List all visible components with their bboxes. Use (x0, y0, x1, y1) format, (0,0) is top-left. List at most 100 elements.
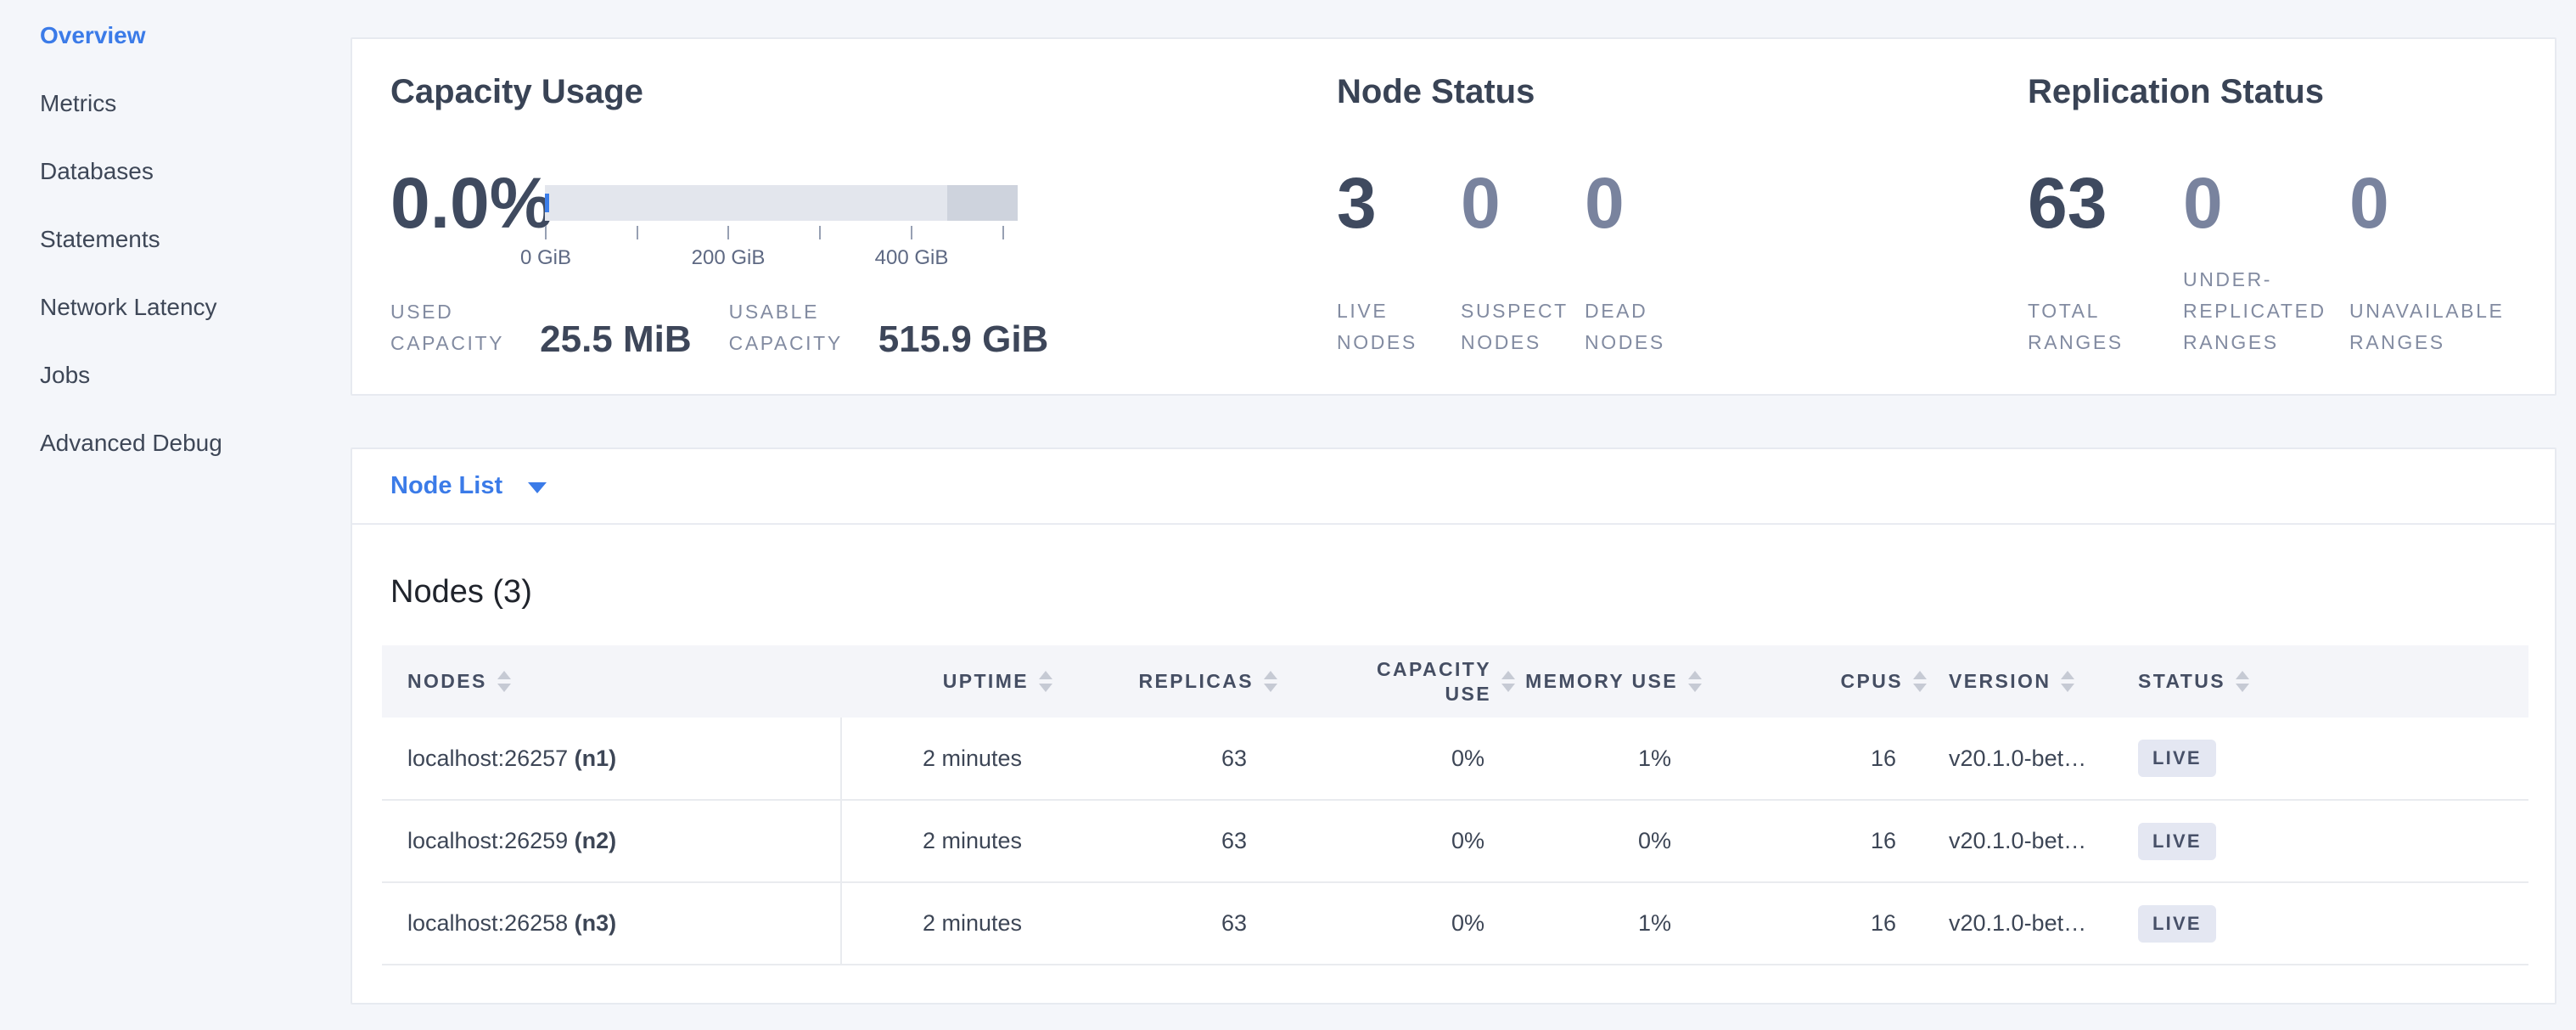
sidebar-item-label: Statements (40, 226, 160, 253)
node-address: localhost:26258 (407, 910, 568, 936)
column-header-memory-use[interactable]: MEMORY USE (1515, 645, 1702, 718)
column-header-nodes[interactable]: NODES (382, 645, 840, 718)
version-cell: v20.1.0-bet… (1927, 882, 2119, 965)
column-header-label: CPUS (1840, 670, 1903, 693)
suspect-nodes-value: 0 (1461, 174, 1585, 232)
usable-capacity-label-line2: CAPACITY (729, 328, 843, 359)
node-address-cell[interactable]: localhost:26258 (n3) (382, 882, 840, 965)
sidebar-item-metrics[interactable]: Metrics (0, 70, 351, 138)
axis-tick (727, 226, 729, 239)
nodes-column-divider (840, 718, 842, 965)
stat-label-line: NODES (1337, 327, 1461, 358)
sort-icon (1039, 671, 1052, 692)
table-row[interactable]: localhost:26258 (n3) 2 minutes 63 0% 1% … (382, 882, 2528, 965)
suspect-nodes-stat: 0 SUSPECT NODES (1461, 174, 1585, 358)
sidebar-item-databases[interactable]: Databases (0, 138, 351, 205)
column-header-status[interactable]: STATUS (2119, 645, 2528, 718)
stat-label-line: RANGES (2349, 327, 2516, 358)
column-header-capacity-use[interactable]: CAPACITY USE (1277, 645, 1515, 718)
total-ranges-label: TOTAL RANGES (2028, 295, 2183, 358)
sidebar-item-network-latency[interactable]: Network Latency (0, 273, 351, 341)
node-id: (n2) (575, 828, 617, 853)
sidebar-item-label: Overview (40, 22, 146, 49)
node-status-stats: 3 LIVE NODES 0 SUSPECT NODES 0 DEAD NODE… (1337, 174, 1709, 358)
live-nodes-value: 3 (1337, 174, 1461, 232)
memory-use-cell: 1% (1515, 718, 1702, 800)
axis-tick (637, 226, 638, 239)
column-header-label: NODES (407, 670, 487, 693)
node-status-title: Node Status (1337, 73, 2016, 110)
capacity-use-cell: 0% (1277, 882, 1515, 965)
table-header-row: NODES UPTIME REPLICAS (382, 645, 2528, 718)
stat-label-line: UNAVAILABLE (2349, 295, 2516, 327)
stat-label-line: NODES (1461, 327, 1585, 358)
stat-label-line: SUSPECT (1461, 295, 1585, 327)
sidebar-item-label: Advanced Debug (40, 430, 222, 457)
capacity-bar-axis: 0 GiB 200 GiB 400 GiB (545, 221, 1018, 280)
node-list-dropdown[interactable]: Node List (352, 449, 2555, 525)
column-header-cpus[interactable]: CPUS (1702, 645, 1927, 718)
column-header-version[interactable]: VERSION (1927, 645, 2119, 718)
status-cell: LIVE (2119, 718, 2528, 800)
sidebar-item-label: Metrics (40, 90, 116, 117)
nodes-table: NODES UPTIME REPLICAS (382, 645, 2528, 965)
sidebar-item-overview[interactable]: Overview (0, 2, 351, 70)
capacity-stats: USED CAPACITY 25.5 MiB USABLE CAPACITY 5… (390, 296, 1048, 359)
used-capacity-label-line1: USED (390, 296, 504, 328)
status-badge: LIVE (2138, 905, 2216, 943)
sidebar-item-statements[interactable]: Statements (0, 205, 351, 273)
axis-tick (1002, 226, 1004, 239)
capacity-usage-title: Capacity Usage (390, 73, 1324, 110)
replicas-cell: 63 (1052, 718, 1277, 800)
under-replicated-ranges-value: 0 (2183, 174, 2349, 232)
cluster-summary-card: Capacity Usage 0.0% 0 GiB 200 GiB 400 (351, 37, 2556, 396)
sidebar-item-jobs[interactable]: Jobs (0, 341, 351, 409)
stat-label-line: TOTAL (2028, 295, 2183, 327)
sort-icon (1688, 671, 1702, 692)
stat-label-line: NODES (1585, 327, 1709, 358)
cpus-cell: 16 (1702, 800, 1927, 882)
sidebar-item-advanced-debug[interactable]: Advanced Debug (0, 409, 351, 477)
axis-tick-label: 200 GiB (692, 246, 766, 270)
table-row[interactable]: localhost:26259 (n2) 2 minutes 63 0% 0% … (382, 800, 2528, 882)
under-replicated-ranges-label: UNDER- REPLICATED RANGES (2183, 264, 2349, 358)
status-cell: LIVE (2119, 800, 2528, 882)
uptime-cell: 2 minutes (840, 800, 1052, 882)
sort-icon (497, 671, 511, 692)
column-header-label: UPTIME (943, 670, 1029, 693)
table-row[interactable]: localhost:26257 (n1) 2 minutes 63 0% 1% … (382, 718, 2528, 800)
sort-icon (1913, 671, 1927, 692)
dead-nodes-stat: 0 DEAD NODES (1585, 174, 1709, 358)
status-badge: LIVE (2138, 740, 2216, 777)
capacity-bar-reserved-segment (947, 185, 1018, 221)
column-header-replicas[interactable]: REPLICAS (1052, 645, 1277, 718)
memory-use-cell: 1% (1515, 882, 1702, 965)
usable-capacity-label-line1: USABLE (729, 296, 843, 328)
nodes-heading: Nodes (3) (390, 572, 2555, 611)
chevron-down-icon (528, 482, 547, 493)
capacity-use-cell: 0% (1277, 800, 1515, 882)
stat-label-line: RANGES (2183, 327, 2349, 358)
used-capacity-label-line2: CAPACITY (390, 328, 504, 359)
replication-stats: 63 TOTAL RANGES 0 UNDER- REPLICATED RANG… (2028, 174, 2516, 358)
column-header-label: MEMORY USE (1525, 670, 1678, 693)
capacity-bar (545, 185, 1018, 221)
column-header-label: STATUS (2138, 670, 2225, 693)
node-id: (n3) (575, 910, 617, 936)
sort-icon (1264, 671, 1277, 692)
node-address-cell[interactable]: localhost:26259 (n2) (382, 800, 840, 882)
version-cell: v20.1.0-bet… (1927, 800, 2119, 882)
live-nodes-stat: 3 LIVE NODES (1337, 174, 1461, 358)
capacity-gauge: 0.0% 0 GiB 200 GiB 400 GiB (390, 174, 1018, 280)
live-nodes-label: LIVE NODES (1337, 295, 1461, 358)
axis-tick-label: 0 GiB (520, 246, 571, 270)
axis-tick-label: 400 GiB (875, 246, 949, 270)
column-header-uptime[interactable]: UPTIME (840, 645, 1052, 718)
node-address-cell[interactable]: localhost:26257 (n1) (382, 718, 840, 800)
usable-capacity-value: 515.9 GiB (878, 320, 1049, 359)
replication-status-section: Replication Status 63 TOTAL RANGES 0 UND… (2028, 39, 2537, 394)
cpus-cell: 16 (1702, 882, 1927, 965)
node-address: localhost:26259 (407, 828, 568, 853)
capacity-use-cell: 0% (1277, 718, 1515, 800)
stat-label-line: DEAD (1585, 295, 1709, 327)
